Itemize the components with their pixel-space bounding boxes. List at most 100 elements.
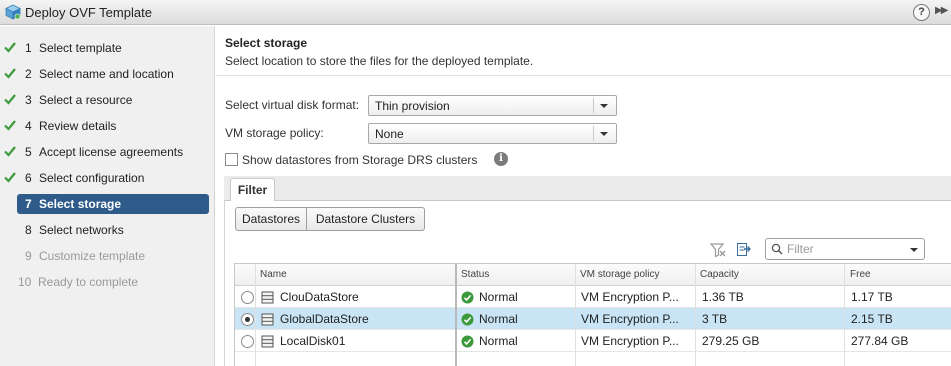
capacity-cell: 3 TB xyxy=(702,312,728,326)
step-label: Customize template xyxy=(39,249,146,263)
datastore-icon xyxy=(261,313,274,326)
row-radio-button[interactable] xyxy=(241,291,254,304)
step-label: Select template xyxy=(39,41,122,55)
column-gridline xyxy=(575,264,576,366)
page-title: Select storage xyxy=(225,36,308,50)
step-select-configuration[interactable]: 6 Select configuration xyxy=(0,168,215,188)
check-icon xyxy=(4,146,16,157)
storage-policy-select[interactable]: None xyxy=(368,123,617,144)
column-header-storage-policy[interactable]: VM storage policy xyxy=(580,269,659,280)
step-number: 4 xyxy=(25,119,32,133)
step-review-details[interactable]: 4 Review details xyxy=(0,116,215,136)
step-number: 3 xyxy=(25,93,32,107)
status-ok-icon xyxy=(461,291,474,304)
chevron-down-icon xyxy=(600,132,608,136)
status-ok-icon xyxy=(461,313,474,326)
clear-filter-icon[interactable] xyxy=(710,242,726,258)
storage-policy-cell: VM Encryption P... xyxy=(581,290,679,304)
free-cell: 277.84 GB xyxy=(851,334,909,348)
step-accept-license[interactable]: 5 Accept license agreements xyxy=(0,142,215,162)
step-number: 8 xyxy=(25,223,32,237)
disk-format-value: Thin provision xyxy=(375,99,450,113)
chevron-down-icon xyxy=(600,104,608,108)
storage-policy-value: None xyxy=(375,127,404,141)
disk-format-label: Select virtual disk format: xyxy=(225,98,360,112)
datastore-name: GlobalDataStore xyxy=(280,312,369,326)
divider xyxy=(216,75,951,76)
show-drs-checkbox[interactable] xyxy=(225,153,238,166)
check-icon xyxy=(4,94,16,105)
step-select-networks[interactable]: 8 Select networks xyxy=(0,220,215,240)
datastore-name: ClouDataStore xyxy=(280,290,359,304)
row-radio-button[interactable] xyxy=(241,335,254,348)
show-drs-label: Show datastores from Storage DRS cluster… xyxy=(242,153,478,167)
storage-policy-label: VM storage policy: xyxy=(225,126,324,140)
step-label: Ready to complete xyxy=(38,275,139,289)
expand-arrows-button[interactable]: ▶▶ xyxy=(935,5,948,16)
column-gridline xyxy=(255,264,256,366)
window-title: Deploy OVF Template xyxy=(25,5,152,20)
step-label: Select storage xyxy=(39,197,122,211)
column-header-free[interactable]: Free xyxy=(850,269,871,280)
step-select-storage[interactable]: 7 Select storage xyxy=(0,194,215,214)
step-label: Review details xyxy=(39,119,117,133)
datastore-clusters-toggle-button[interactable]: Datastore Clusters xyxy=(306,207,425,231)
disk-format-select[interactable]: Thin provision xyxy=(368,95,617,116)
datastores-toggle-button[interactable]: Datastores xyxy=(235,207,307,231)
step-number: 10 xyxy=(18,275,32,289)
storage-policy-cell: VM Encryption P... xyxy=(581,334,679,348)
check-icon xyxy=(4,68,16,79)
datastore-name: LocalDisk01 xyxy=(280,334,346,348)
tab-strip: Filter xyxy=(224,176,951,202)
storage-policy-cell: VM Encryption P... xyxy=(581,312,679,326)
divider xyxy=(593,126,594,141)
status-ok-icon xyxy=(461,335,474,348)
check-icon xyxy=(4,172,16,183)
capacity-cell: 279.25 GB xyxy=(702,334,760,348)
help-button[interactable]: ? xyxy=(913,4,930,21)
free-cell: 1.17 TB xyxy=(851,290,893,304)
status-text: Normal xyxy=(479,290,518,304)
step-number: 7 xyxy=(25,197,32,211)
column-header-name[interactable]: Name xyxy=(260,269,287,280)
tab-filter[interactable]: Filter xyxy=(230,178,275,202)
export-icon[interactable] xyxy=(736,241,752,257)
datastore-icon xyxy=(261,291,274,304)
step-label: Select a resource xyxy=(39,93,133,107)
row-radio-button[interactable] xyxy=(241,313,254,326)
column-gridline xyxy=(844,264,845,366)
column-gridline xyxy=(455,264,457,366)
main-content: Select storage Select location to store … xyxy=(216,26,951,366)
page-subtitle: Select location to store the files for t… xyxy=(225,54,534,68)
column-header-capacity[interactable]: Capacity xyxy=(700,269,739,280)
status-text: Normal xyxy=(479,334,518,348)
step-label: Accept license agreements xyxy=(39,145,184,159)
divider xyxy=(593,98,594,113)
column-header-status[interactable]: Status xyxy=(461,269,489,280)
chevron-down-icon[interactable] xyxy=(910,248,918,252)
info-icon[interactable]: i xyxy=(494,152,508,166)
filter-input[interactable] xyxy=(787,241,902,257)
step-number: 6 xyxy=(25,171,32,185)
step-ready-to-complete: 10 Ready to complete xyxy=(0,272,215,292)
title-bar: Deploy OVF Template ? ▶▶ xyxy=(0,0,951,25)
capacity-cell: 1.36 TB xyxy=(702,290,744,304)
step-number: 2 xyxy=(25,67,32,81)
step-number: 1 xyxy=(25,41,32,55)
step-label: Select configuration xyxy=(39,171,145,185)
step-select-name-location[interactable]: 2 Select name and location xyxy=(0,64,215,84)
column-gridline xyxy=(695,264,696,366)
step-customize-template: 9 Customize template xyxy=(0,246,215,266)
check-icon xyxy=(4,120,16,131)
datastore-icon xyxy=(261,335,274,348)
filter-search-box[interactable] xyxy=(765,238,925,260)
step-select-template[interactable]: 1 Select template xyxy=(0,38,215,58)
search-icon xyxy=(771,243,783,255)
step-select-resource[interactable]: 3 Select a resource xyxy=(0,90,215,110)
datastore-table: Name Status VM storage policy Capacity F… xyxy=(234,263,951,366)
check-icon xyxy=(4,42,16,53)
step-number: 5 xyxy=(25,145,32,159)
wizard-steps-panel: 1 Select template 2 Select name and loca… xyxy=(0,26,215,366)
status-text: Normal xyxy=(479,312,518,326)
step-label: Select name and location xyxy=(39,67,174,81)
